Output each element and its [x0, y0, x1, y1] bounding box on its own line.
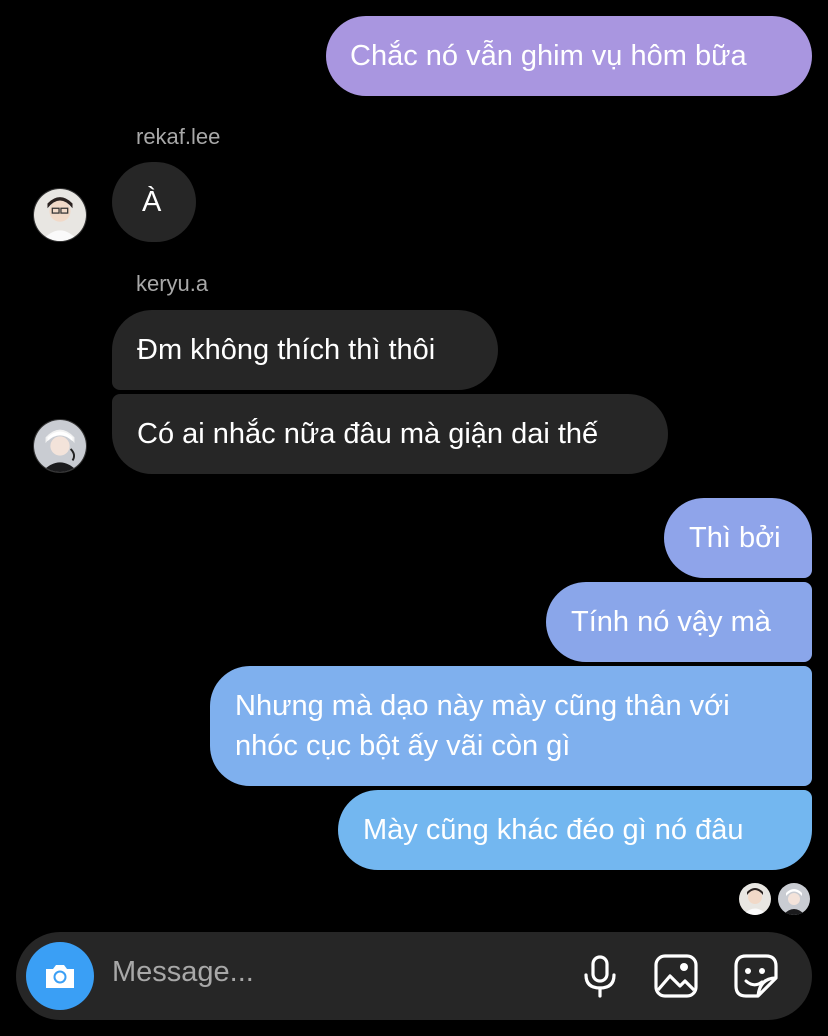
sent-message[interactable]: Nhưng mà dạo này mày cũng thân với nhóc … [210, 666, 812, 786]
camera-button[interactable] [26, 942, 94, 1010]
avatar-keryu-a[interactable] [33, 419, 87, 473]
microphone-icon [584, 955, 616, 998]
message-text: Mày cũng khác đéo gì nó đâu [363, 814, 744, 846]
seen-avatar-keryu-a [778, 883, 810, 915]
message-text: Thì bởi [689, 522, 781, 554]
seen-avatar-rekaf-lee [739, 883, 771, 915]
sent-message[interactable]: Tính nó vậy mà [546, 582, 812, 662]
message-text-line: Nhưng mà dạo này mày cũng thân với [235, 690, 730, 722]
sticker-button[interactable] [732, 952, 780, 1000]
sender-name: keryu.a [136, 271, 209, 296]
gallery-button[interactable] [652, 952, 700, 1000]
sent-message[interactable]: Mày cũng khác đéo gì nó đâu [338, 790, 812, 870]
message-input[interactable]: Message... [112, 956, 254, 989]
message-text: Đm không thích thì thôi [137, 334, 436, 366]
received-message[interactable]: Đm không thích thì thôi [112, 310, 498, 390]
camera-icon [46, 965, 74, 988]
message-composer: Message... [16, 932, 812, 1020]
message-text: Có ai nhắc nữa đâu mà giận dai thế [137, 418, 599, 450]
sender-name: rekaf.lee [136, 124, 221, 149]
sent-message[interactable]: Thì bởi [664, 498, 812, 578]
avatar-rekaf-lee[interactable] [33, 188, 87, 242]
message-text: À [142, 186, 162, 218]
sent-message[interactable]: Chắc nó vẫn ghim vụ hôm bữa [326, 16, 812, 96]
message-text: Tính nó vậy mà [571, 606, 771, 638]
microphone-button[interactable] [576, 952, 624, 1000]
received-message[interactable]: À [112, 162, 196, 242]
message-text-line: nhóc cục bột ấy vãi còn gì [235, 730, 571, 762]
received-message[interactable]: Có ai nhắc nữa đâu mà giận dai thế [112, 394, 668, 474]
message-text: Chắc nó vẫn ghim vụ hôm bữa [350, 40, 747, 72]
gallery-icon [654, 954, 698, 998]
sticker-icon [734, 954, 778, 998]
